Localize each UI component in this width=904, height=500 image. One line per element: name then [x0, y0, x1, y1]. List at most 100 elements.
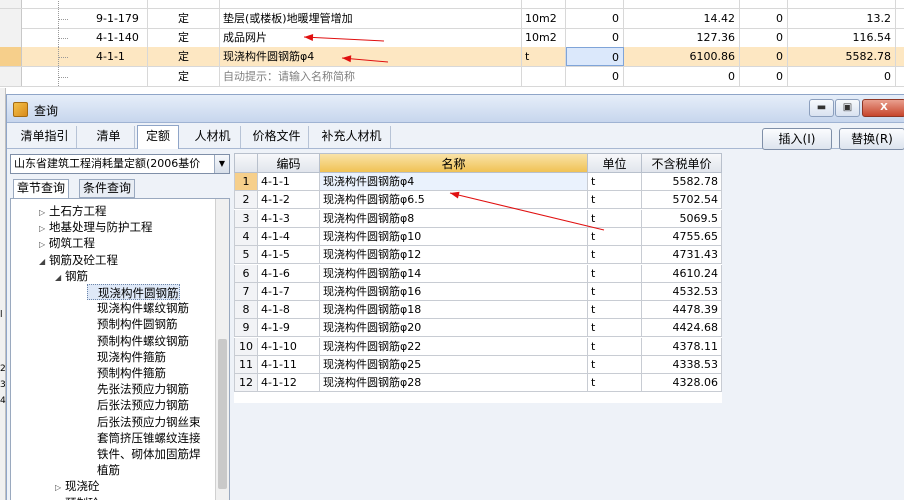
- cell-no: 7: [234, 282, 258, 301]
- tree-node[interactable]: ▷ 砌筑工程: [39, 235, 95, 251]
- quota-library-select[interactable]: 山东省建筑工程消耗量定额(2006基价 ▼: [10, 154, 230, 174]
- cell-price: 4328.06: [642, 374, 722, 393]
- table-row[interactable]: 10 4-1-10 现浇构件圆钢筋φ22 t 4378.11: [234, 337, 722, 356]
- cell-qty[interactable]: [566, 0, 624, 8]
- table-row[interactable]: 9 4-1-9 现浇构件圆钢筋φ20 t 4424.68: [234, 319, 722, 338]
- cell-qty[interactable]: 0: [566, 28, 624, 47]
- cell-unit: t: [588, 264, 642, 283]
- tree-node[interactable]: ▷ 土石方工程: [39, 203, 107, 219]
- tab-labor-material[interactable]: 人材机: [185, 126, 241, 148]
- minimize-button[interactable]: ▬: [809, 99, 834, 117]
- chevron-down-icon[interactable]: ▼: [214, 155, 229, 173]
- tree-node[interactable]: 铁件、砌体加固筋焊: [87, 446, 201, 462]
- row-header[interactable]: [0, 28, 22, 47]
- tree-node[interactable]: 预制构件圆钢筋: [87, 316, 178, 332]
- cell-name: 现浇构件圆钢筋φ22: [320, 337, 588, 356]
- tree-node-label: 预制构件螺纹钢筋: [97, 333, 189, 348]
- table-row[interactable]: 12 4-1-12 现浇构件圆钢筋φ28 t 4328.06: [234, 374, 722, 393]
- tab-chapter-query[interactable]: 章节查询: [13, 179, 70, 199]
- tree-node[interactable]: 后张法预应力钢丝束: [87, 414, 201, 430]
- cell-code: 4-1-8: [258, 301, 320, 320]
- cell-name[interactable]: [220, 0, 522, 8]
- cell-qty[interactable]: 0: [566, 47, 624, 66]
- maximize-button[interactable]: ▣: [835, 99, 860, 117]
- cell-unit: t: [588, 301, 642, 320]
- cell-qty[interactable]: 0: [566, 67, 624, 86]
- tree-node[interactable]: 现浇构件螺纹钢筋: [87, 300, 189, 316]
- table-row[interactable]: 5 4-1-5 现浇构件圆钢筋φ12 t 4731.43: [234, 246, 722, 265]
- background-row[interactable]: 定自动提示：请输入名称简称 0 0 0 0: [0, 67, 904, 87]
- row-header[interactable]: [0, 67, 22, 86]
- tab-list-guide[interactable]: 清单指引: [13, 126, 77, 148]
- tree-node[interactable]: 先张法预应力钢筋: [87, 381, 189, 397]
- table-row[interactable]: 6 4-1-6 现浇构件圆钢筋φ14 t 4610.24: [234, 264, 722, 283]
- cell-qty[interactable]: 0: [566, 9, 624, 28]
- tree-node[interactable]: 预制构件螺纹钢筋: [87, 333, 189, 349]
- tree-node-label: 钢筋及砼工程: [49, 252, 118, 267]
- tree-node[interactable]: ▷预制砼: [55, 495, 100, 500]
- tree-node[interactable]: ◢ 钢筋: [55, 268, 88, 284]
- tree-node[interactable]: ◢ 钢筋及砼工程: [39, 252, 118, 268]
- price-column-header[interactable]: 不含税单价: [642, 153, 722, 173]
- table-row[interactable]: 8 4-1-8 现浇构件圆钢筋φ18 t 4478.39: [234, 301, 722, 320]
- cell-type: [148, 0, 220, 8]
- cell-code: 4-1-7: [258, 282, 320, 301]
- background-row[interactable]: 9-1-179 定垫层(或楼板)地暖埋管增加 10m2 0 14.42 0 13.2: [0, 9, 904, 29]
- tree-scrollbar-thumb[interactable]: [218, 339, 227, 489]
- tab-condition-query[interactable]: 条件查询: [79, 179, 136, 198]
- cell-type: 定: [148, 67, 220, 86]
- tree-node[interactable]: ▷ 现浇砼: [55, 478, 100, 494]
- cell-price: 4755.65: [642, 227, 722, 246]
- background-row[interactable]: [0, 0, 904, 9]
- tree-node[interactable]: 现浇构件箍筋: [87, 349, 166, 365]
- tree-node[interactable]: 现浇构件圆钢筋: [87, 284, 180, 300]
- cell-price: 5582.78: [642, 173, 722, 191]
- tab-quota[interactable]: 定额: [137, 125, 179, 149]
- tree-node-label: 预制砼: [65, 496, 100, 500]
- cell-no: 11: [234, 356, 258, 374]
- tab-supplement[interactable]: 补充人材机: [313, 126, 391, 148]
- cell-code: [22, 0, 148, 8]
- tree-node[interactable]: 后张法预应力钢筋: [87, 397, 189, 413]
- cell-type: 定: [148, 28, 220, 47]
- row-header[interactable]: [0, 0, 22, 8]
- tab-price-file[interactable]: 价格文件: [245, 126, 309, 148]
- tab-list[interactable]: 清单: [83, 126, 135, 148]
- cell-code: 4-1-5: [258, 246, 320, 265]
- table-row[interactable]: 4 4-1-4 现浇构件圆钢筋φ10 t 4755.65: [234, 227, 722, 246]
- row-header[interactable]: [0, 47, 22, 66]
- cell-name[interactable]: 自动提示：请输入名称简称: [220, 67, 522, 86]
- unit-column-header[interactable]: 单位: [588, 153, 642, 173]
- tree-node[interactable]: ▷ 地基处理与防护工程: [39, 219, 153, 235]
- cell-name[interactable]: 现浇构件圆钢筋φ4: [220, 47, 522, 66]
- cell-unit: t: [588, 227, 642, 246]
- tree-node[interactable]: 植筋: [87, 462, 120, 478]
- background-row[interactable]: 4-1-140 定成品网片 10m2 0 127.36 0 116.54: [0, 28, 904, 48]
- background-row[interactable]: 4-1-1 定现浇构件圆钢筋φ4 t 0 6100.86 0 5582.78: [0, 47, 904, 67]
- code-column-header[interactable]: 编码: [258, 153, 320, 173]
- table-row[interactable]: 3 4-1-3 现浇构件圆钢筋φ8 t 5069.5: [234, 209, 722, 228]
- close-button[interactable]: X: [862, 99, 904, 117]
- table-row[interactable]: 2 4-1-2 现浇构件圆钢筋φ6.5 t 5702.54: [234, 191, 722, 210]
- tree-node[interactable]: 套筒挤压锥螺纹连接: [87, 430, 201, 446]
- cell-unit: t: [588, 337, 642, 356]
- table-row[interactable]: 1 4-1-1 现浇构件圆钢筋φ4 t 5582.78: [234, 173, 722, 191]
- tree-node[interactable]: 预制构件箍筋: [87, 365, 166, 381]
- insert-button[interactable]: 插入(I): [762, 128, 832, 150]
- cell-name[interactable]: 成品网片: [220, 28, 522, 47]
- cell-name[interactable]: 垫层(或楼板)地暖埋管增加: [220, 9, 522, 28]
- name-column-header[interactable]: 名称: [320, 153, 588, 173]
- collapse-triangle-icon[interactable]: ◢: [55, 270, 65, 286]
- tree-scrollbar[interactable]: [215, 199, 229, 500]
- collapse-triangle-icon[interactable]: ◢: [39, 254, 49, 270]
- table-row[interactable]: 11 4-1-11 现浇构件圆钢筋φ25 t 4338.53: [234, 356, 722, 374]
- replace-button[interactable]: 替换(R): [839, 128, 904, 150]
- cell-price: 14.42: [624, 9, 740, 28]
- window-titlebar[interactable]: 查询 ▬ ▣ X: [7, 95, 904, 123]
- row-header[interactable]: [0, 9, 22, 28]
- cell-name: 现浇构件圆钢筋φ25: [320, 356, 588, 374]
- tree-node-label: 现浇构件圆钢筋: [98, 286, 179, 300]
- expand-triangle-icon[interactable]: ▷: [55, 497, 65, 500]
- cell-no: 3: [234, 209, 258, 228]
- table-row[interactable]: 7 4-1-7 现浇构件圆钢筋φ16 t 4532.53: [234, 282, 722, 301]
